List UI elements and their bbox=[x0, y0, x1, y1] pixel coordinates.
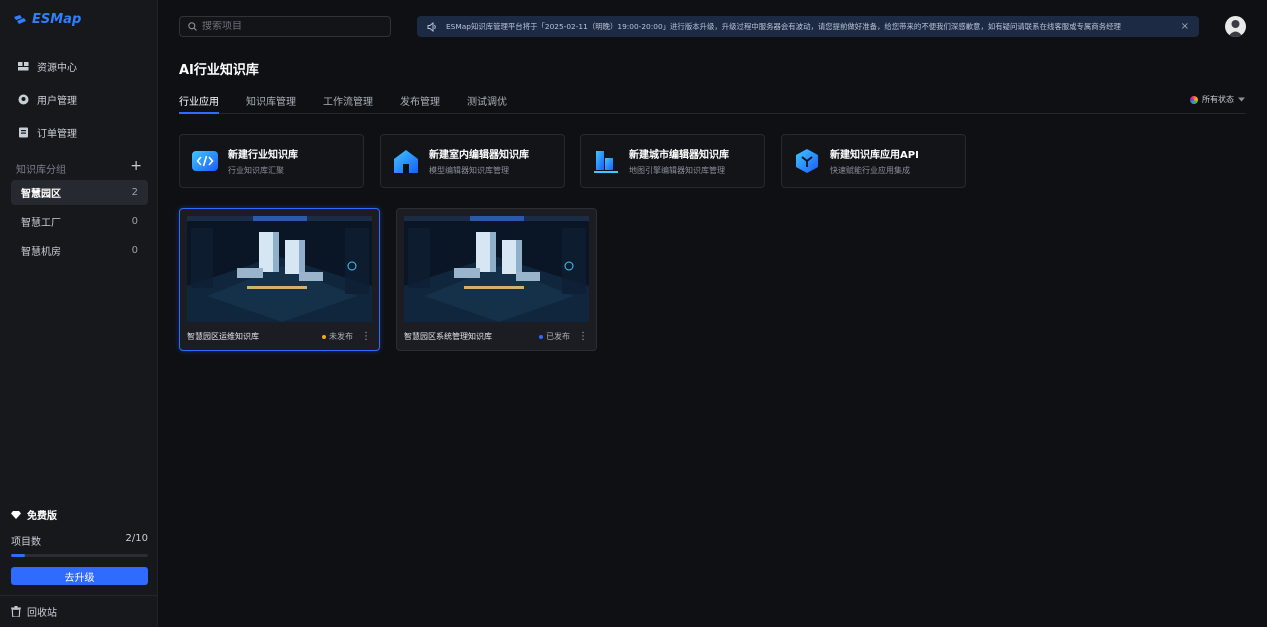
code-icon bbox=[192, 151, 218, 171]
logo-mark-icon bbox=[14, 14, 26, 24]
action-subtitle: 快速赋能行业应用集成 bbox=[830, 166, 910, 175]
status-badge: 未发布 bbox=[322, 331, 353, 342]
action-subtitle: 地图引擎编辑器知识库管理 bbox=[629, 166, 725, 175]
tab-workflow-management[interactable]: 工作流管理 bbox=[323, 93, 373, 108]
status-label: 已发布 bbox=[546, 332, 570, 341]
new-indoor-editor-kb-card[interactable]: 新建室内编辑器知识库 模型编辑器知识库管理 bbox=[380, 134, 565, 188]
smart-park-preview-image bbox=[404, 216, 589, 322]
project-footer: 智慧园区系统管理知识库 已发布 ⋮ bbox=[404, 331, 588, 342]
document-icon bbox=[19, 127, 28, 138]
search-icon bbox=[188, 22, 197, 31]
announcement-text: ESMap知识库管理平台将于「2025-02-11（明晚）19:00-20:00… bbox=[446, 22, 1121, 31]
plus-icon[interactable]: + bbox=[130, 159, 142, 176]
status-label: 未发布 bbox=[329, 332, 353, 341]
action-title: 新建室内编辑器知识库 bbox=[429, 150, 529, 161]
group-item-count: 0 bbox=[131, 216, 138, 227]
new-industry-kb-card[interactable]: 新建行业知识库 行业知识库汇聚 bbox=[179, 134, 364, 188]
new-city-editor-kb-card[interactable]: 新建城市编辑器知识库 地图引擎编辑器知识库管理 bbox=[580, 134, 765, 188]
user-avatar-icon bbox=[1228, 20, 1243, 37]
user-circle-icon bbox=[18, 94, 29, 105]
plan-panel: 免费版 项目数 2/10 去升级 bbox=[11, 507, 148, 585]
house-icon bbox=[394, 150, 418, 173]
group-item-count: 2 bbox=[131, 187, 138, 198]
nav-item-user-management[interactable]: 用户管理 bbox=[18, 92, 77, 107]
group-item-label: 智慧工厂 bbox=[21, 218, 61, 229]
announcement-bar: ESMap知识库管理平台将于「2025-02-11（明晚）19:00-20:00… bbox=[417, 16, 1199, 37]
tab-industry-apps[interactable]: 行业应用 bbox=[179, 93, 219, 114]
project-thumbnail bbox=[404, 216, 589, 322]
action-subtitle: 模型编辑器知识库管理 bbox=[429, 166, 509, 175]
new-kb-api-card[interactable]: 新建知识库应用API 快速赋能行业应用集成 bbox=[781, 134, 966, 188]
group-item-label: 智慧机房 bbox=[21, 247, 61, 258]
status-filter[interactable]: 所有状态 bbox=[1190, 94, 1245, 105]
project-quota-value: 2/10 bbox=[125, 533, 148, 544]
project-name: 智慧园区系统管理知识库 bbox=[404, 332, 492, 341]
action-title: 新建知识库应用API bbox=[830, 150, 919, 161]
city-icon bbox=[594, 151, 618, 173]
group-item-count: 0 bbox=[131, 245, 138, 256]
group-item-smart-server-room[interactable]: 智慧机房 0 bbox=[11, 238, 148, 263]
diamond-icon bbox=[11, 510, 21, 519]
nav-item-label: 资源中心 bbox=[37, 63, 77, 74]
project-quota-label: 项目数 bbox=[11, 537, 41, 548]
chevron-down-icon bbox=[1238, 97, 1245, 102]
tab-bar: 行业应用 知识库管理 工作流管理 发布管理 测试调优 bbox=[179, 88, 1246, 114]
group-item-smart-park[interactable]: 智慧园区 2 bbox=[11, 180, 148, 205]
cube-icon bbox=[796, 149, 818, 173]
nav-item-resource-center[interactable]: 资源中心 bbox=[18, 59, 77, 74]
quota-progress-fill bbox=[11, 554, 25, 557]
project-quota: 项目数 2/10 bbox=[11, 533, 148, 548]
more-options-icon[interactable]: ⋮ bbox=[578, 331, 588, 342]
nav-item-label: 订单管理 bbox=[37, 129, 77, 140]
group-heading: 知识库分组 + bbox=[16, 159, 142, 176]
action-title: 新建城市编辑器知识库 bbox=[629, 150, 729, 161]
upgrade-button[interactable]: 去升级 bbox=[11, 567, 148, 585]
project-card[interactable]: 智慧园区系统管理知识库 已发布 ⋮ bbox=[396, 208, 597, 351]
project-footer: 智慧园区运维知识库 未发布 ⋮ bbox=[187, 331, 371, 342]
search-input[interactable] bbox=[202, 21, 382, 32]
tab-kb-management[interactable]: 知识库管理 bbox=[246, 93, 296, 108]
quota-progress-bar bbox=[11, 554, 148, 557]
brand-name: ESMap bbox=[32, 12, 82, 27]
close-icon[interactable]: × bbox=[1181, 21, 1189, 32]
project-name: 智慧园区运维知识库 bbox=[187, 332, 259, 341]
status-filter-label: 所有状态 bbox=[1202, 95, 1234, 104]
trash-icon bbox=[11, 606, 21, 617]
action-title: 新建行业知识库 bbox=[228, 150, 298, 161]
recycle-bin[interactable]: 回收站 bbox=[0, 595, 158, 627]
recycle-bin-label: 回收站 bbox=[27, 608, 57, 619]
search-box[interactable] bbox=[179, 16, 391, 37]
page-title: AI行业知识库 bbox=[179, 63, 259, 78]
nav-item-order-management[interactable]: 订单管理 bbox=[18, 125, 77, 140]
group-item-label: 智慧园区 bbox=[21, 189, 61, 200]
logo[interactable]: ESMap bbox=[14, 12, 81, 27]
plan-name-label: 免费版 bbox=[27, 511, 57, 522]
tab-testing-tuning[interactable]: 测试调优 bbox=[467, 93, 507, 108]
group-item-smart-factory[interactable]: 智慧工厂 0 bbox=[11, 209, 148, 234]
smart-park-preview-image bbox=[187, 216, 372, 322]
status-dot-icon bbox=[322, 334, 326, 339]
project-card[interactable]: 智慧园区运维知识库 未发布 ⋮ bbox=[179, 208, 380, 351]
group-heading-label: 知识库分组 bbox=[16, 165, 66, 176]
avatar[interactable] bbox=[1225, 16, 1246, 37]
color-wheel-icon bbox=[1190, 95, 1198, 104]
more-options-icon[interactable]: ⋮ bbox=[361, 331, 371, 342]
plan-name: 免费版 bbox=[11, 507, 148, 522]
status-dot-icon bbox=[539, 334, 543, 339]
status-badge: 已发布 bbox=[539, 331, 570, 342]
speaker-icon bbox=[427, 21, 436, 32]
project-thumbnail bbox=[187, 216, 372, 322]
tab-publish-management[interactable]: 发布管理 bbox=[400, 93, 440, 108]
nav-item-label: 用户管理 bbox=[37, 96, 77, 107]
action-subtitle: 行业知识库汇聚 bbox=[228, 166, 284, 175]
sidebar: ESMap 资源中心 用户管理 订单管理 知识库分组 + 智慧园区 2 智慧工厂… bbox=[0, 0, 158, 627]
grid-icon bbox=[18, 62, 29, 71]
